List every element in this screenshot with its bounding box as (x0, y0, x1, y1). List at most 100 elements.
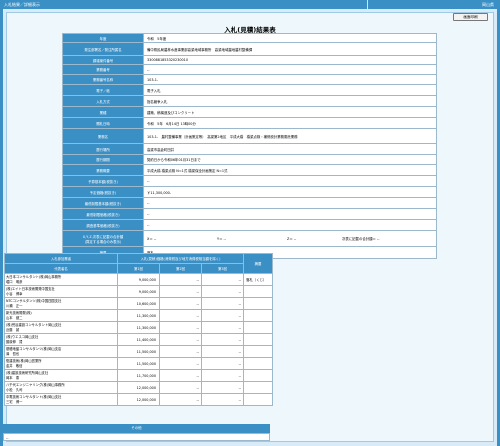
round3-amount: -- (200, 321, 245, 334)
detail-label: 開札日時 (62, 117, 144, 129)
round1-amount: 11,300,000 (117, 309, 160, 322)
detail-row: 業種 建築、積構造及びコンクリート (62, 106, 437, 118)
round2-header: 第2回 (159, 263, 202, 274)
detail-row: 業務名 103-1- 農村整備事業（計画策定等） 高梁第2地区 平成大橋 橋梁点検… (62, 128, 437, 144)
other-value: -- (3, 433, 270, 441)
other-section: その他 -- (3, 424, 270, 441)
round2-amount: -- (159, 321, 202, 334)
detail-label: 業務概要 (62, 164, 144, 176)
round1-amount: 9,000,000 (117, 273, 160, 286)
detail-label: 最低制限基本額(税抜き) (62, 197, 144, 209)
bid-row: 八千代エンジニヤリング(株)岡山事務所 小松 久司 12,000,000 -- -- (4, 381, 274, 394)
bid-row: 大日本コンサルタント(株)岡山事務所 堀口 明彦 9,000,000 -- -- 落札（… (4, 273, 274, 286)
detail-value: 令和 5年 6月14日 13時00分 (143, 117, 437, 129)
detail-value: 備中県民局農林水産事業部高梁地域事務所 高梁地域農地農村整備課 (143, 42, 437, 56)
round1-amount: 9,000,000 (117, 285, 160, 298)
detail-value: 令和 5年度 (143, 33, 437, 43)
round1-amount: 12,000,000 (117, 393, 160, 406)
round2-amount: -- (159, 345, 202, 358)
bid-remarks (243, 381, 274, 394)
detail-row: 業務番号名称 103-1- (62, 74, 437, 85)
round3-amount: -- (200, 285, 245, 298)
detail-label: X,Y,Z,次表に記載の合計額 (算定する場合のみ表示) (62, 230, 144, 247)
bidder-name: NTCコンサルタンツ(株)中国四国支社 川瀬 正一 (4, 297, 118, 310)
bid-company-header: 入札参加業者 (4, 253, 118, 264)
topbar-divider (367, 0, 368, 9)
bid-row: 基礎地盤コンサルタンツ(株)岡山支店 溝 哲也 11,500,000 -- -- (4, 345, 274, 358)
bidder-name: 復建技術(株)岡山営業所 金井 敬信 (4, 357, 118, 370)
xyz-value: Z＝ -- (287, 237, 297, 241)
round2-amount: -- (159, 381, 202, 394)
top-bar: 入札結果／詳細表示 岡山県 (0, 0, 500, 9)
bidder-name: 基礎地盤コンサルタンツ(株)岡山支店 溝 哲也 (4, 345, 118, 358)
detail-label: 業務番号 (62, 64, 144, 75)
detail-label: 業務番号名称 (62, 74, 144, 85)
detail-label: 履行場所 (62, 143, 144, 155)
round2-amount: -- (159, 393, 202, 406)
detail-value: 平成大橋 橋梁点検 N=1式 橋梁保全計画策定 N=1式 (143, 164, 437, 176)
detail-row: X,Y,Z,次表に記載の合計額 (算定する場合のみ表示) X＝ -- Y＝ -- Z＝… (62, 230, 437, 247)
detail-value: -- (143, 219, 437, 231)
detail-row: 調査基準価格(税抜き) -- (62, 219, 437, 231)
round1-amount: 11,300,000 (117, 321, 160, 334)
bidder-name: 新光技術開発(株) 山本 健二 (4, 309, 118, 322)
bid-detail-table: 年度 令和 5年度 発注部署名／発注所属名 備中県民局農林水産事業部高梁地域事務所 高… (62, 33, 437, 259)
detail-value: -- (143, 175, 437, 187)
round2-amount: -- (159, 273, 202, 286)
bidder-name: (株)荒谷建設コンサルタント岡山支社 近藤 誠 (4, 321, 118, 334)
round1-amount: 12,000,000 (117, 381, 160, 394)
bid-results-table: 入札参加業者 入札(見積)価格(消費税及び地方消費税相当額を除く) 摘要 代表者… (4, 253, 274, 406)
detail-row: 履行期間 契約日から令和06年01月31日まで (62, 154, 437, 165)
detail-row: 業務番号 -- (62, 64, 437, 75)
detail-value: -- (143, 208, 437, 220)
print-screen-button[interactable]: 画面印刷 (453, 13, 488, 21)
detail-label: 履行期間 (62, 154, 144, 165)
round3-amount: -- (200, 369, 245, 382)
bidder-name: (株)ウエスコ岡山支社 藤原伸 賢 (4, 333, 118, 346)
detail-label: 電子／紙 (62, 84, 144, 96)
bidder-name: 中電技術コンサルタント(株)岡山支社 三宅 博一 (4, 393, 118, 406)
detail-value: -- (143, 64, 437, 75)
round1-amount: 11,700,000 (117, 369, 160, 382)
bid-row: (株)エイト日本技術開発中国支社 小谷 博幸 9,000,000 -- -- (4, 285, 274, 298)
detail-value: ￥11,300,000- (143, 186, 437, 198)
bid-remarks-header: 摘要 (243, 253, 274, 274)
detail-row: 入札方式 指名競争入札 (62, 95, 437, 107)
bid-row: 中電技術コンサルタント(株)岡山支社 三宅 博一 12,000,000 -- -- (4, 393, 274, 406)
detail-label: 業務名 (62, 128, 144, 144)
detail-row: 年度 令和 5年度 (62, 33, 437, 43)
detail-row: 履行場所 高梁市高倉町田井 (62, 143, 437, 155)
detail-row: 最低制限基本額(税抜き) -- (62, 197, 437, 209)
detail-row: 電子／紙 電子入札 (62, 84, 437, 96)
round2-amount: -- (159, 285, 202, 298)
detail-label: 発注部署名／発注所属名 (62, 42, 144, 56)
detail-value: 103-1- (143, 74, 437, 85)
bidder-name: 大日本コンサルタント(株)岡山事務所 堀口 明彦 (4, 273, 118, 286)
bidder-name: (株)建設技術研究所岡山支社 岡本 泰 (4, 369, 118, 382)
xyz-value: 次表に記載の合計額＝ -- (342, 237, 380, 241)
detail-row: 発注部署名／発注所属名 備中県民局農林水産事業部高梁地域事務所 高梁地域農地農村整… (62, 42, 437, 56)
xyz-value: X＝ -- (147, 237, 157, 241)
bid-remarks (243, 333, 274, 346)
detail-value: -- (143, 197, 437, 209)
detail-label: 予算基本額(税抜き) (62, 175, 144, 187)
detail-row: 調達案件番号 3300881853320230010 (62, 55, 437, 65)
detail-row: 予算基本額(税抜き) -- (62, 175, 437, 187)
round3-amount: -- (200, 381, 245, 394)
bid-remarks (243, 369, 274, 382)
detail-label: 業種 (62, 106, 144, 118)
detail-value: 3300881853320230010 (143, 55, 437, 65)
detail-value: 指名競争入札 (143, 95, 437, 107)
round3-amount: -- (200, 297, 245, 310)
detail-row: 開札日時 令和 5年 6月14日 13時00分 (62, 117, 437, 129)
bid-remarks: 落札（くじ） (243, 273, 274, 286)
breadcrumb: 入札結果／詳細表示 (4, 2, 40, 7)
round3-amount: -- (200, 393, 245, 406)
round2-amount: -- (159, 369, 202, 382)
bid-row: NTCコンサルタンツ(株)中国四国支社 川瀬 正一 10,600,000 -- -- (4, 297, 274, 310)
round1-amount: 11,400,000 (117, 333, 160, 346)
detail-label: 年度 (62, 33, 144, 43)
round3-header: 第3回 (200, 263, 245, 274)
round3-amount: -- (200, 345, 245, 358)
detail-value: 電子入札 (143, 84, 437, 96)
